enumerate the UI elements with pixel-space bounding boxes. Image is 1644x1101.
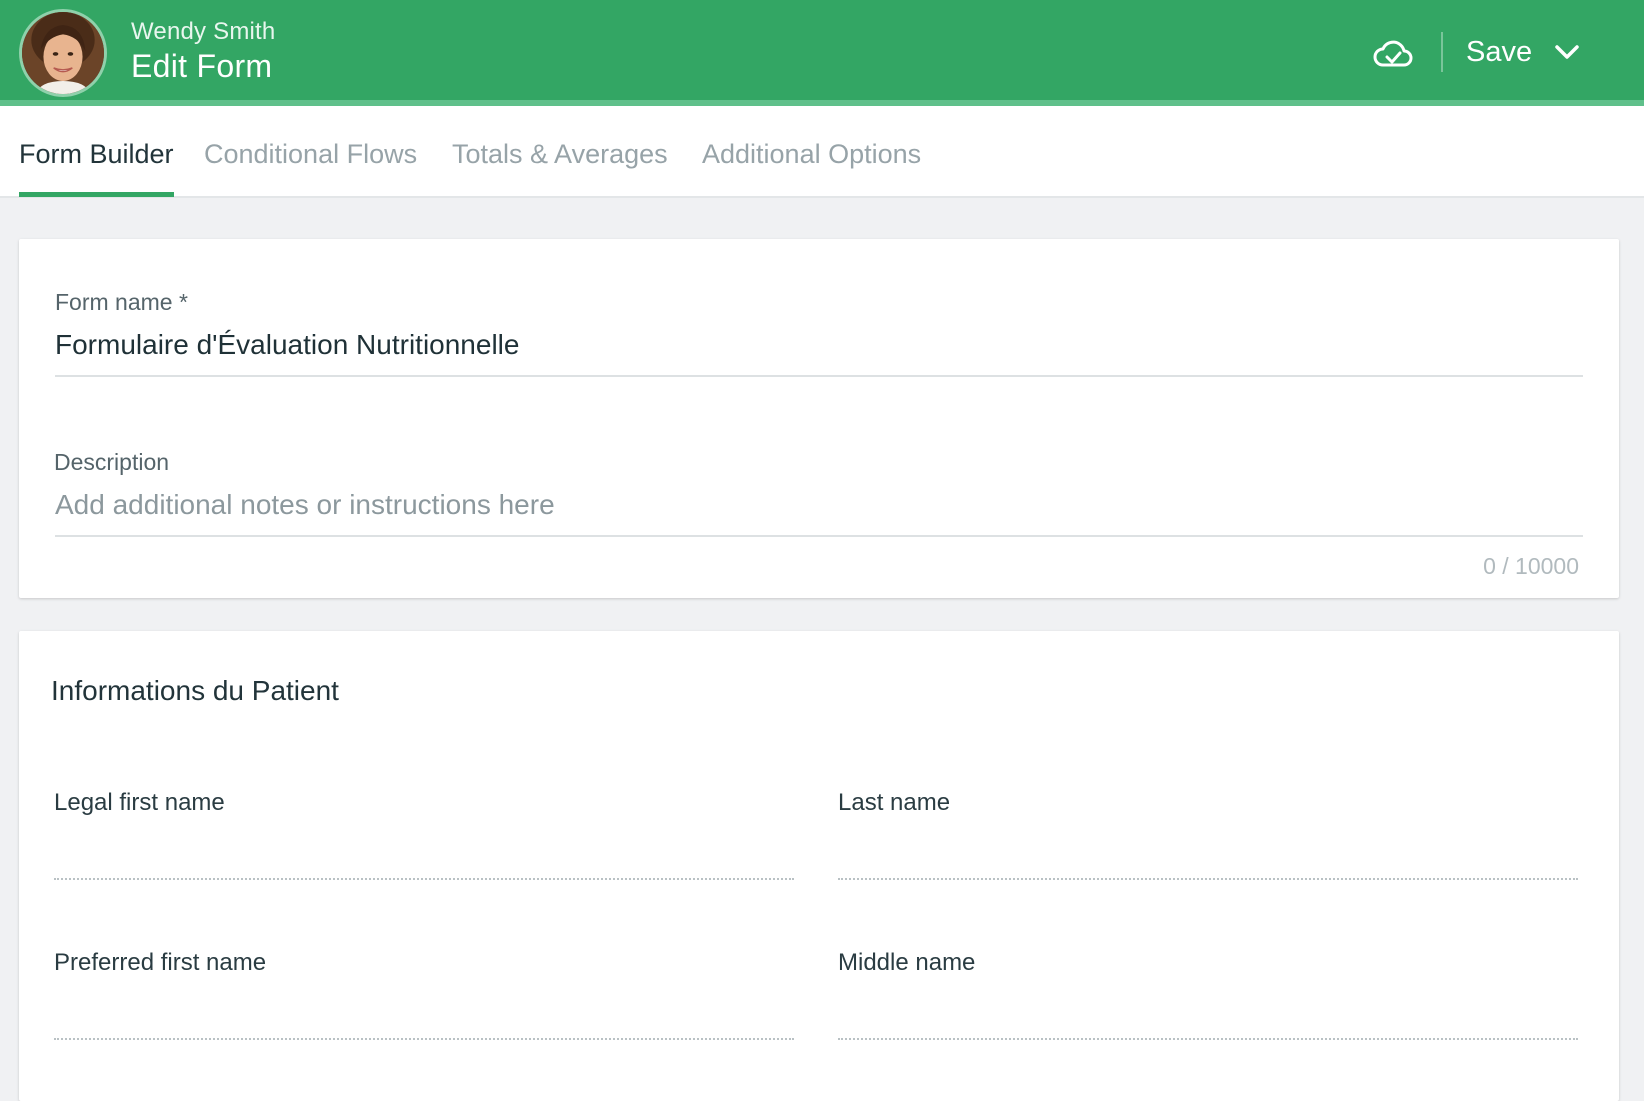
save-button-label: Save (1466, 35, 1533, 68)
tab-totals-averages[interactable]: Totals & Averages (452, 106, 668, 196)
form-name-underline (55, 375, 1583, 377)
user-avatar[interactable] (19, 9, 107, 97)
legal-first-name-field[interactable] (54, 878, 794, 880)
description-input[interactable] (55, 489, 1575, 521)
preferred-first-name-label: Preferred first name (54, 949, 267, 976)
patient-info-section: Informations du Patient Legal first name… (19, 631, 1619, 1101)
tab-conditional-flows[interactable]: Conditional Flows (204, 106, 417, 196)
tab-additional-options[interactable]: Additional Options (702, 106, 921, 196)
chevron-down-icon[interactable] (1554, 44, 1580, 60)
page-title: Edit Form (131, 48, 273, 84)
description-char-counter: 0 / 10000 (1483, 553, 1579, 579)
cloud-sync-button[interactable] (1372, 32, 1414, 74)
last-name-field[interactable] (838, 878, 1578, 880)
form-details-card: Form name * Description 0 / 10000 (19, 239, 1619, 598)
user-name: Wendy Smith (131, 18, 276, 45)
section-title: Informations du Patient (51, 675, 339, 706)
tab-form-builder[interactable]: Form Builder (19, 106, 174, 197)
last-name-label: Last name (838, 789, 951, 816)
middle-name-field[interactable] (838, 1038, 1578, 1040)
preferred-first-name-field[interactable] (54, 1038, 794, 1040)
app-header: Wendy Smith Edit Form Save (0, 0, 1644, 106)
description-underline (55, 535, 1583, 537)
cloud-check-icon (1373, 40, 1413, 67)
tab-bar: Form Builder Conditional Flows Totals & … (0, 106, 1644, 198)
avatar-image (22, 12, 104, 94)
form-name-input[interactable] (55, 329, 1575, 361)
middle-name-label: Middle name (838, 949, 976, 976)
save-button[interactable]: Save (1466, 28, 1580, 76)
header-divider (1441, 32, 1443, 72)
description-label: Description (54, 449, 170, 475)
form-name-label: Form name * (55, 289, 188, 315)
legal-first-name-label: Legal first name (54, 789, 225, 816)
